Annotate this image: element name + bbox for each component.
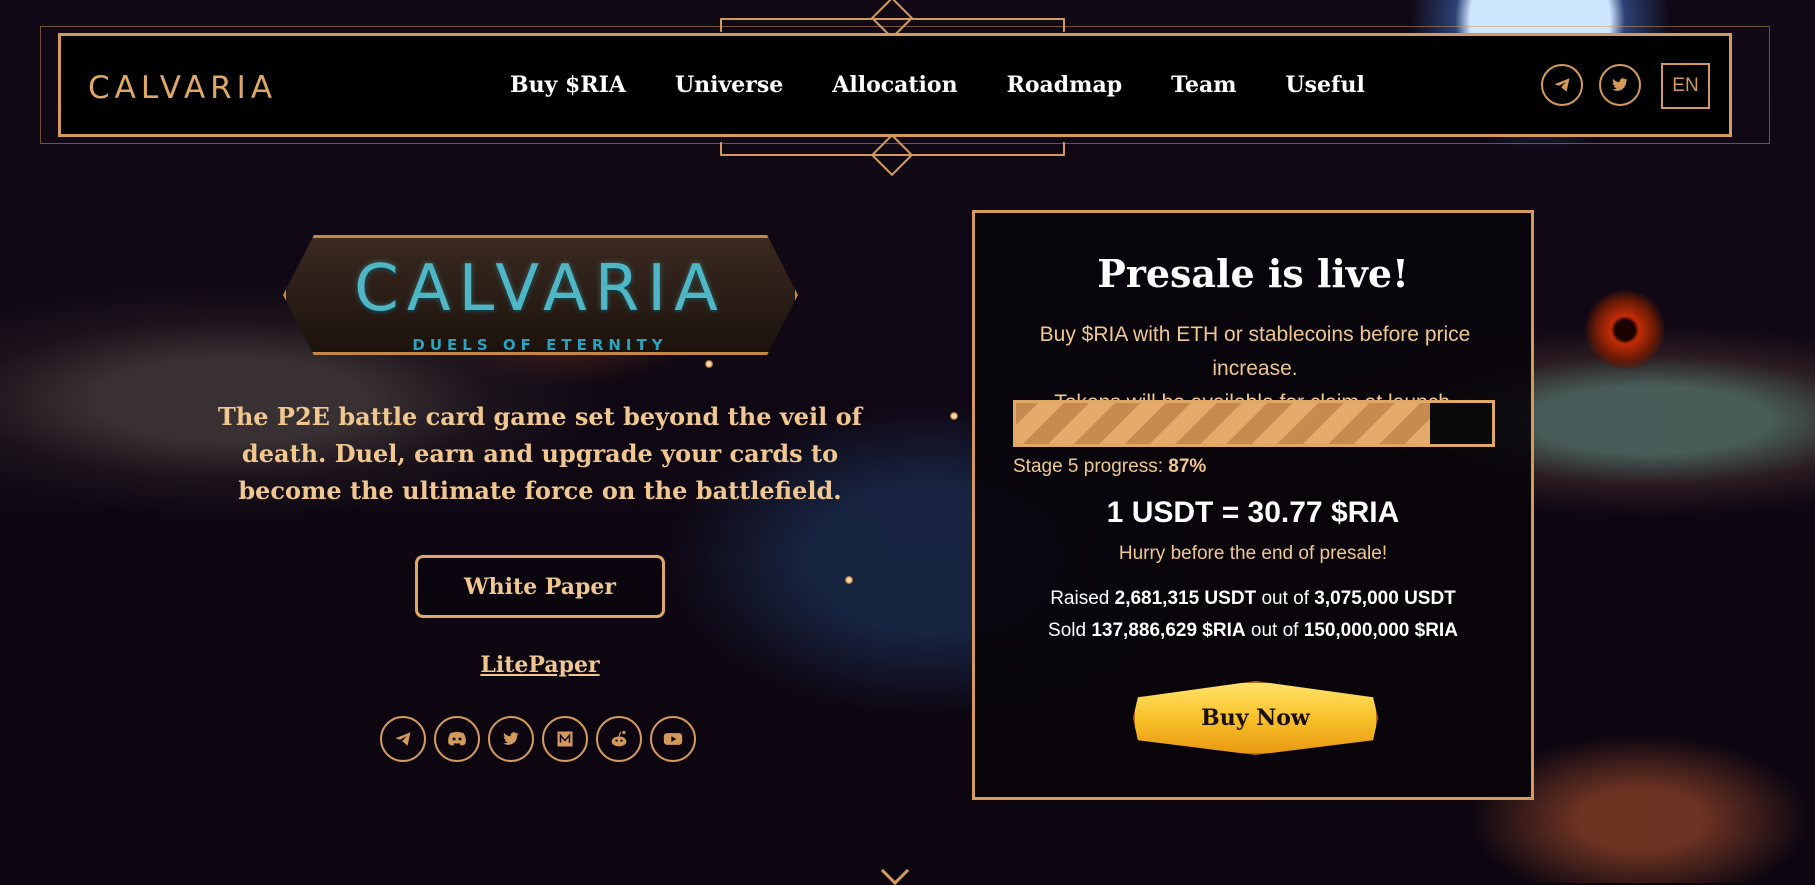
telegram-icon[interactable] (1541, 64, 1583, 106)
raised-label: Raised (1050, 588, 1110, 609)
nav-roadmap[interactable]: Roadmap (1007, 72, 1123, 98)
presale-progress-fill (1016, 403, 1431, 444)
raised-value: 2,681,315 USDT (1114, 588, 1257, 609)
presale-desc-line: Buy $RIA with ETH or stablecoins before … (1039, 323, 1471, 380)
out-of-label: out of (1250, 620, 1299, 641)
ember (705, 360, 713, 368)
game-logo-title: CALVARIA (354, 252, 726, 326)
nav-allocation[interactable]: Allocation (832, 72, 957, 98)
hero-tagline: The P2E battle card game set beyond the … (218, 402, 862, 505)
youtube-icon[interactable] (650, 716, 696, 762)
twitter-icon[interactable] (488, 716, 534, 762)
presale-progress-bar (1013, 400, 1495, 447)
raised-total: 3,075,000 USDT (1314, 588, 1456, 609)
sold-line: Sold 137,886,629 $RIA out of 150,000,000… (975, 620, 1531, 642)
raised-line: Raised 2,681,315 USDT out of 3,075,000 U… (975, 588, 1531, 610)
hurry-note: Hurry before the end of presale! (1118, 543, 1388, 564)
out-of-label: out of (1261, 588, 1309, 609)
medium-icon[interactable] (542, 716, 588, 762)
twitter-icon[interactable] (1599, 64, 1641, 106)
presale-title: Presale is live! (1097, 251, 1409, 296)
nav-team[interactable]: Team (1171, 72, 1236, 98)
buy-now-button[interactable]: Buy Now (1133, 681, 1378, 755)
ember (845, 576, 853, 584)
sold-label: Sold (1048, 620, 1087, 641)
stage-progress-value: 87% (1168, 456, 1207, 477)
exchange-rate: 1 USDT = 30.77 $RIA (1106, 496, 1400, 529)
social-links (380, 716, 696, 762)
reddit-icon[interactable] (596, 716, 642, 762)
language-selector[interactable]: EN (1661, 63, 1710, 109)
site-logo[interactable]: CALVARIA (88, 70, 277, 106)
stage-progress: Stage 5 progress: 87% (1013, 456, 1206, 478)
main-nav: Buy $RIA Universe Allocation Roadmap Tea… (510, 72, 1365, 98)
game-logo-subtitle: DUELS OF ETERNITY (412, 336, 668, 354)
white-paper-button[interactable]: White Paper (415, 555, 665, 618)
telegram-icon[interactable] (380, 716, 426, 762)
litepaper-link[interactable]: LitePaper (480, 652, 600, 678)
ember (950, 412, 958, 420)
nav-universe[interactable]: Universe (675, 72, 783, 98)
nav-buy-ria[interactable]: Buy $RIA (510, 72, 626, 98)
sold-value: 137,886,629 $RIA (1091, 620, 1246, 641)
stage-progress-label: Stage 5 progress: (1013, 456, 1169, 477)
dragon-eye (1585, 290, 1665, 370)
nav-useful[interactable]: Useful (1285, 72, 1364, 98)
sold-total: 150,000,000 $RIA (1303, 620, 1458, 641)
presale-card: Presale is live! Buy $RIA with ETH or st… (972, 210, 1534, 800)
discord-icon[interactable] (434, 716, 480, 762)
